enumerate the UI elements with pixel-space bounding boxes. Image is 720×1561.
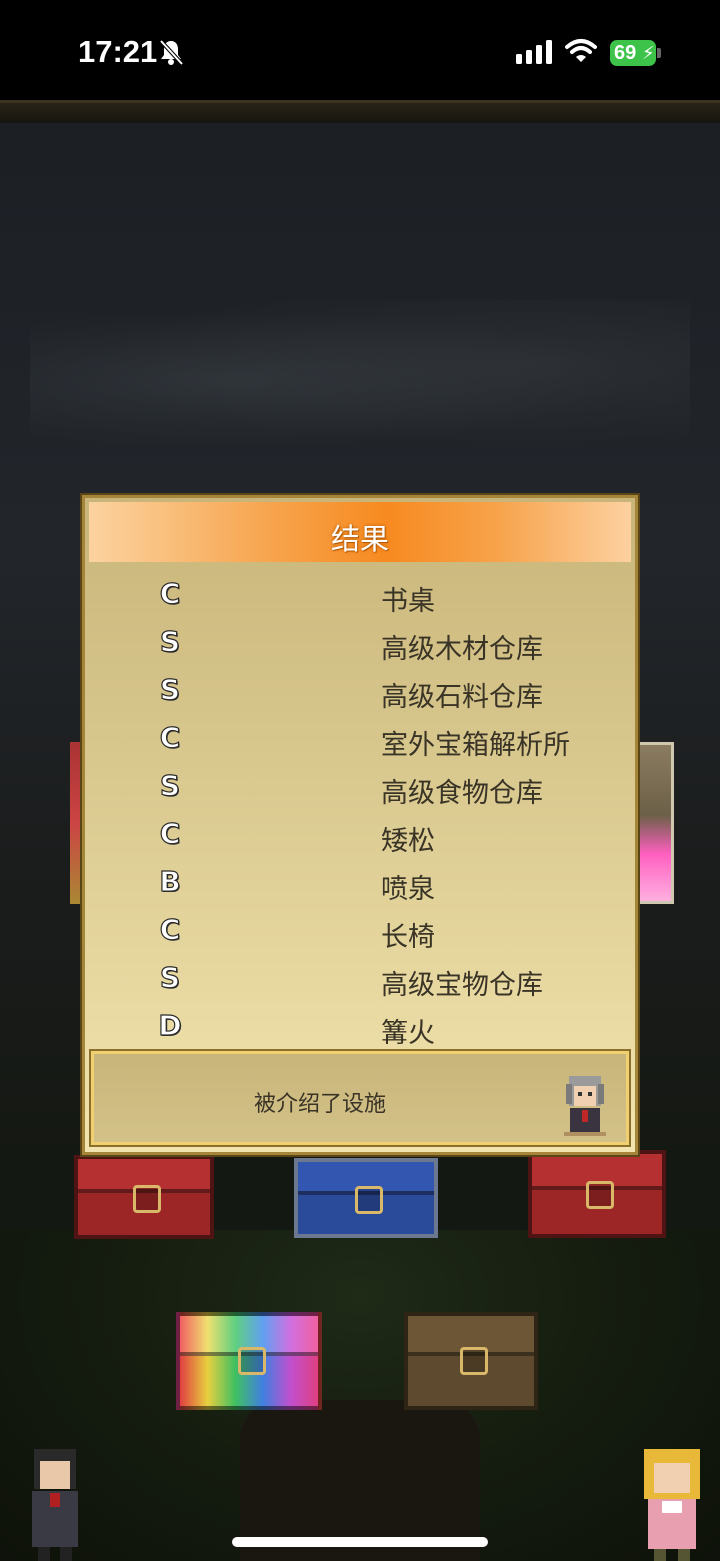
- top-border-strip: [0, 100, 720, 123]
- result-dialog: 结果 C 书桌 S 高级木材仓库 S 高级石料仓库 C 室外宝箱解析所 S 高级…: [82, 495, 638, 1155]
- home-indicator[interactable]: [232, 1537, 488, 1547]
- dialog-title: 结果: [330, 522, 389, 556]
- facility-name: 高级石料仓库: [381, 682, 543, 713]
- red-treasure-chest[interactable]: [528, 1150, 666, 1238]
- chest-lock-icon: [133, 1184, 161, 1213]
- character-sprite-left: [32, 1449, 78, 1561]
- wifi-icon: [565, 39, 597, 62]
- result-row: C 室外宝箱解析所: [85, 715, 635, 763]
- facility-name: 书桌: [381, 586, 435, 617]
- result-row: C 长椅: [85, 907, 635, 955]
- facility-grade: B: [159, 864, 182, 898]
- message-text: 被介绍了设施: [254, 1092, 387, 1117]
- result-row: S 高级石料仓库: [85, 667, 635, 715]
- facility-grade: S: [159, 768, 181, 802]
- facility-name: 室外宝箱解析所: [381, 730, 570, 761]
- facility-grade: C: [159, 816, 181, 850]
- facility-grade: D: [158, 1008, 182, 1042]
- facility-grade: S: [159, 672, 181, 706]
- background-clouds: [30, 300, 690, 460]
- facility-name: 喷泉: [381, 874, 435, 905]
- rainbow-treasure-chest[interactable]: [176, 1312, 322, 1410]
- blue-treasure-chest[interactable]: [294, 1158, 438, 1238]
- dialog-header: 结果: [89, 502, 631, 562]
- facility-grade: C: [159, 576, 181, 610]
- message-box[interactable]: 被介绍了设施: [89, 1049, 631, 1147]
- result-row: B 喷泉: [85, 859, 635, 907]
- result-row: C 书桌: [85, 571, 635, 619]
- character-sprite-right: [644, 1449, 700, 1561]
- game-screen: 17:21 69 ⚡ 结果 C 书桌 S 高级木材仓库 S 高级石料仓库 C 室…: [0, 0, 720, 1561]
- result-row: S 高级食物仓库: [85, 763, 635, 811]
- facility-grade: S: [159, 624, 181, 658]
- result-row: C 矮松: [85, 811, 635, 859]
- battery-cap: [657, 48, 661, 58]
- advisor-avatar: [564, 1076, 606, 1136]
- chest-lock-icon: [586, 1181, 614, 1210]
- result-row: D 篝火: [85, 1003, 635, 1051]
- result-row: S 高级宝物仓库: [85, 955, 635, 1003]
- wooden-treasure-chest[interactable]: [404, 1312, 538, 1410]
- facility-grade: C: [159, 720, 181, 754]
- status-bar: 17:21 69 ⚡: [0, 0, 720, 100]
- status-time: 17:21: [78, 34, 158, 69]
- red-treasure-chest[interactable]: [74, 1155, 214, 1239]
- facility-name: 高级宝物仓库: [381, 970, 543, 1001]
- cellular-signal-icon: [516, 40, 552, 64]
- chest-lock-icon: [355, 1186, 383, 1215]
- facility-grade: S: [159, 960, 181, 994]
- chest-lock-icon: [460, 1346, 488, 1375]
- chest-lock-icon: [238, 1346, 266, 1375]
- facility-name: 矮松: [381, 826, 435, 857]
- facility-name: 长椅: [381, 922, 435, 953]
- facility-name: 高级食物仓库: [381, 778, 543, 809]
- result-row: S 高级木材仓库: [85, 619, 635, 667]
- background-building-right: [636, 742, 674, 904]
- facility-name: 篝火: [381, 1018, 435, 1049]
- facility-name: 高级木材仓库: [381, 634, 543, 665]
- facility-grade: C: [159, 912, 181, 946]
- bell-slash-icon: [159, 39, 184, 66]
- battery-charging-icon: ⚡: [642, 43, 655, 64]
